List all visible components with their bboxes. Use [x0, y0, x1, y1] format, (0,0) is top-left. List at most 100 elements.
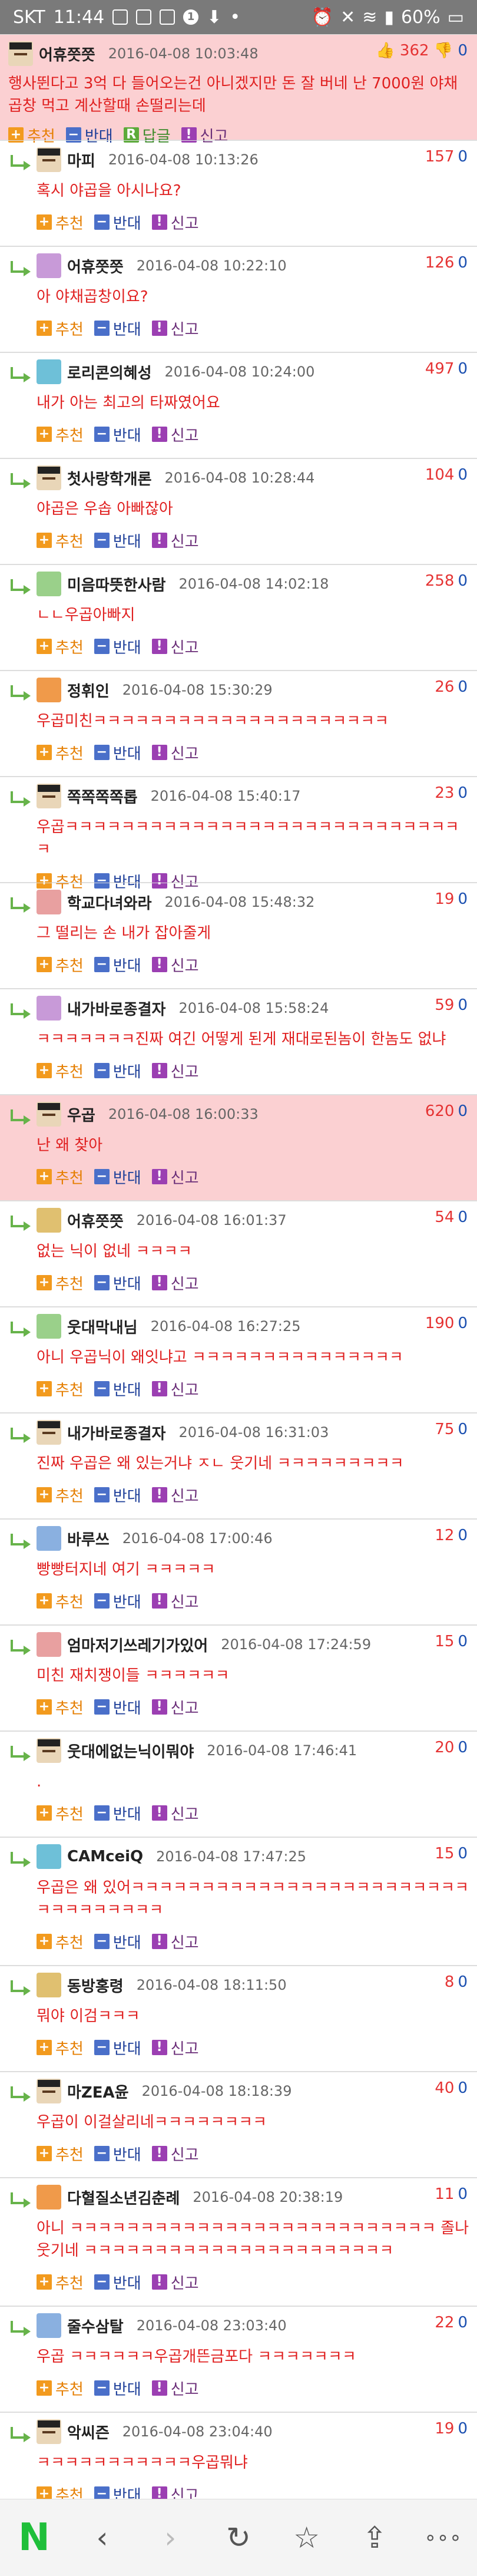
comment-author[interactable]: 바루쓰 — [67, 1528, 110, 1550]
recommend-button[interactable]: + 추천 — [37, 742, 84, 764]
comment-author[interactable]: 첫사랑학개론 — [67, 467, 152, 489]
minus-icon: − — [94, 427, 110, 442]
oppose-button[interactable]: − 반대 — [94, 636, 141, 658]
report-button[interactable]: ! 신고 — [151, 1931, 199, 1953]
comment-author[interactable]: 마ZEA윤 — [67, 2080, 129, 2102]
oppose-button[interactable]: − 반대 — [94, 1272, 141, 1294]
comment-author[interactable]: 악씨즌 — [67, 2421, 110, 2443]
recommend-button[interactable]: + 추천 — [37, 636, 84, 658]
report-button[interactable]: ! 신고 — [151, 1378, 199, 1400]
comment-author[interactable]: 학교다녀와라 — [67, 891, 152, 913]
report-button[interactable]: ! 신고 — [151, 1590, 199, 1612]
report-button[interactable]: ! 신고 — [151, 1166, 199, 1188]
oppose-button[interactable]: − 반대 — [94, 2037, 141, 2059]
report-button[interactable]: ! 신고 — [151, 1696, 199, 1718]
comment-author[interactable]: 쪽쪽쪽쪽롭 — [67, 785, 138, 807]
comment-author[interactable]: 동방홍령 — [67, 1974, 124, 1996]
comment-author[interactable]: 어휴쯧쯧 — [67, 1210, 124, 1231]
comment-author[interactable]: 우곱 — [67, 1104, 95, 1125]
comment-author[interactable]: CAMceiQ — [67, 1848, 143, 1865]
more-menu-button[interactable]: ∘∘∘ — [419, 2514, 466, 2561]
refresh-button[interactable]: ↻ — [215, 2514, 262, 2561]
recommend-button[interactable]: + 추천 — [37, 2483, 84, 2499]
oppose-button[interactable]: − 반대 — [94, 1802, 141, 1824]
recommend-button[interactable]: + 추천 — [37, 1272, 84, 1294]
back-button[interactable]: ‹ — [79, 2514, 126, 2561]
report-button[interactable]: ! 신고 — [151, 1272, 199, 1294]
avatar — [37, 2079, 61, 2103]
report-button[interactable]: ! 신고 — [151, 318, 199, 339]
share-button[interactable]: ⇪ — [351, 2514, 398, 2561]
comment-author[interactable]: 엄마저기쓰레기가있어 — [67, 1634, 208, 1656]
minus-icon: − — [94, 2486, 110, 2499]
comment-author[interactable]: 줄수삼탈 — [67, 2315, 124, 2337]
report-button[interactable]: ! 신고 — [151, 2377, 199, 2399]
oppose-button[interactable]: − 반대 — [94, 742, 141, 764]
comment-author[interactable]: 마피 — [67, 149, 95, 171]
recommend-button[interactable]: + 추천 — [37, 530, 84, 551]
forward-button[interactable]: › — [147, 2514, 194, 2561]
comment-author[interactable]: 로리콘의혜성 — [67, 361, 152, 383]
oppose-button[interactable]: − 반대 — [94, 2483, 141, 2499]
recommend-button[interactable]: + 추천 — [37, 1802, 84, 1824]
naver-home-button[interactable]: N — [11, 2514, 58, 2561]
oppose-button[interactable]: − 반대 — [94, 212, 141, 233]
recommend-button[interactable]: + 추천 — [37, 1484, 84, 1506]
oppose-button[interactable]: − 반대 — [94, 318, 141, 339]
recommend-button[interactable]: + 추천 — [37, 1060, 84, 1082]
recommend-button[interactable]: + 추천 — [37, 2037, 84, 2059]
recommend-button[interactable]: + 추천 — [37, 424, 84, 445]
report-button[interactable]: ! 신고 — [151, 2483, 199, 2499]
report-button[interactable]: ! 신고 — [151, 1060, 199, 1082]
comment-author[interactable]: 웃대에없는닉이뭐야 — [67, 1740, 194, 1762]
oppose-button[interactable]: − 반대 — [94, 530, 141, 551]
report-icon: ! — [151, 427, 167, 442]
comment-author[interactable]: 어휴쯧쯧 — [39, 43, 95, 65]
recommend-button[interactable]: + 추천 — [37, 1166, 84, 1188]
oppose-button[interactable]: − 반대 — [94, 1931, 141, 1953]
recommend-button[interactable]: + 추천 — [37, 1931, 84, 1953]
oppose-button[interactable]: − 반대 — [94, 2271, 141, 2293]
report-button[interactable]: ! 신고 — [151, 212, 199, 233]
report-button[interactable]: ! 신고 — [151, 954, 199, 976]
oppose-button[interactable]: − 반대 — [94, 1378, 141, 1400]
comment-author[interactable]: 정휘인 — [67, 679, 110, 701]
report-button[interactable]: ! 신고 — [151, 1484, 199, 1506]
recommend-button[interactable]: + 추천 — [37, 2143, 84, 2165]
oppose-button[interactable]: − 반대 — [94, 1696, 141, 1718]
report-button[interactable]: ! 신고 — [151, 1802, 199, 1824]
plus-icon: + — [37, 1169, 52, 1184]
oppose-button[interactable]: − 반대 — [94, 2377, 141, 2399]
oppose-button[interactable]: − 반대 — [94, 1060, 141, 1082]
report-button[interactable]: ! 신고 — [151, 424, 199, 445]
recommend-button[interactable]: + 추천 — [37, 1696, 84, 1718]
report-button[interactable]: ! 신고 — [151, 636, 199, 658]
vote-count: 22 0 — [435, 2314, 468, 2331]
comment-author[interactable]: 다혈질소년김춘례 — [67, 2187, 180, 2208]
recommend-button[interactable]: + 추천 — [37, 212, 84, 233]
comment-author[interactable]: 어휴쯧쯧 — [67, 255, 124, 277]
recommend-button[interactable]: + 추천 — [37, 318, 84, 339]
oppose-button[interactable]: − 반대 — [94, 424, 141, 445]
bookmark-button[interactable]: ☆ — [283, 2514, 330, 2561]
oppose-button[interactable]: − 반대 — [94, 1590, 141, 1612]
comment-date: 2016-04-08 10:03:48 — [108, 45, 259, 62]
comment-author[interactable]: 웃대막내님 — [67, 1316, 138, 1337]
oppose-button[interactable]: − 반대 — [94, 954, 141, 976]
report-button[interactable]: ! 신고 — [151, 530, 199, 551]
recommend-button[interactable]: + 추천 — [37, 2271, 84, 2293]
report-button[interactable]: ! 신고 — [151, 742, 199, 764]
comment-author[interactable]: 내가바로종결자 — [67, 998, 165, 1019]
comment-author[interactable]: 내가바로종결자 — [67, 1422, 165, 1444]
recommend-button[interactable]: + 추천 — [37, 1378, 84, 1400]
report-button[interactable]: ! 신고 — [151, 2271, 199, 2293]
recommend-button[interactable]: + 추천 — [37, 2377, 84, 2399]
oppose-button[interactable]: − 반대 — [94, 1166, 141, 1188]
recommend-button[interactable]: + 추천 — [37, 1590, 84, 1612]
report-button[interactable]: ! 신고 — [151, 2037, 199, 2059]
oppose-button[interactable]: − 반대 — [94, 2143, 141, 2165]
comment-author[interactable]: 미음따뜻한사람 — [67, 573, 165, 595]
recommend-button[interactable]: + 추천 — [37, 954, 84, 976]
oppose-button[interactable]: − 반대 — [94, 1484, 141, 1506]
report-button[interactable]: ! 신고 — [151, 2143, 199, 2165]
